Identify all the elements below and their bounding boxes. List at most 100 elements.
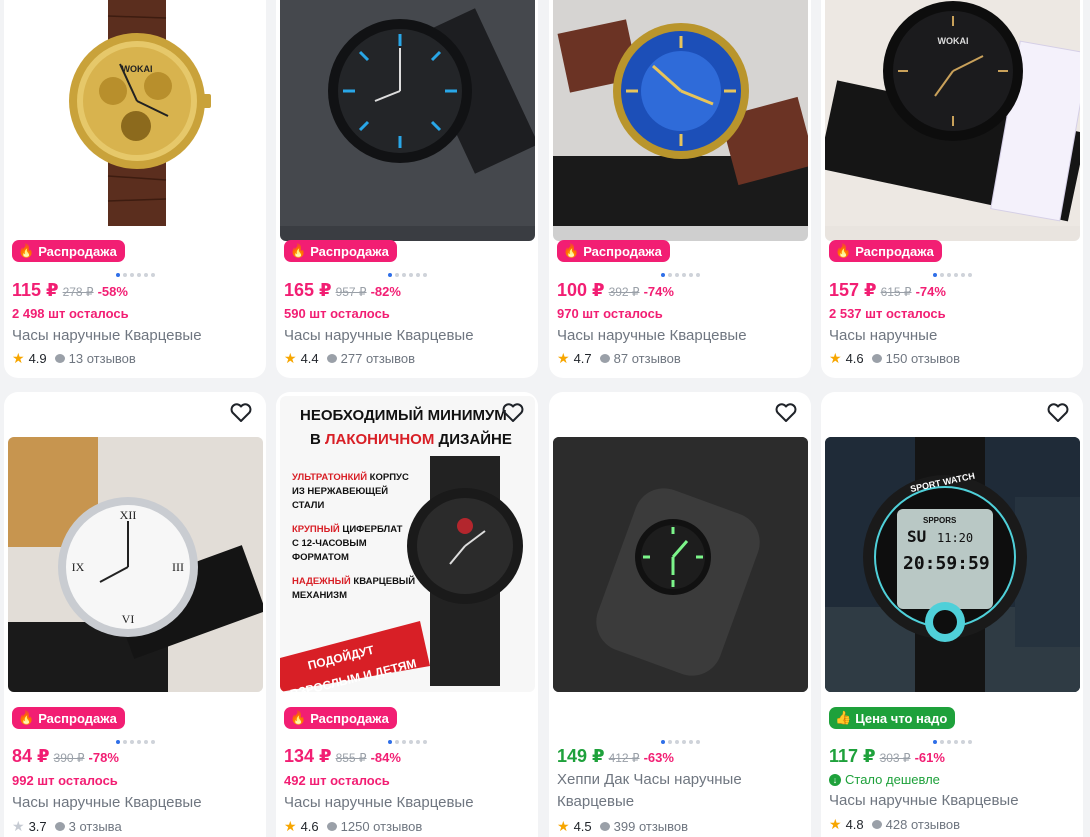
favorite-heart-icon[interactable] bbox=[500, 400, 526, 426]
product-card[interactable]: SPORT WATCH SPPORS SU 11:20 20:59:59 👍 Це… bbox=[821, 392, 1083, 837]
rating-value: 4.7 bbox=[573, 351, 592, 366]
discount: -78% bbox=[88, 750, 119, 765]
rating-value: 4.9 bbox=[28, 351, 47, 366]
product-card[interactable]: 🔥 Распродажа 165 ₽ 957 ₽ -82% 590 шт оста… bbox=[276, 0, 538, 378]
old-price: 615 ₽ bbox=[880, 285, 912, 299]
svg-text:СТАЛИ: СТАЛИ bbox=[292, 500, 324, 511]
image-pagination[interactable] bbox=[276, 273, 538, 277]
svg-text:SPPORS: SPPORS bbox=[923, 516, 957, 525]
favorite-heart-icon[interactable] bbox=[1045, 400, 1071, 426]
product-title[interactable]: Часы наручные Кварцевые bbox=[284, 325, 530, 347]
stock-left: 492 шт осталось bbox=[284, 773, 390, 788]
rating-row: ★ 4.6 150 отзывов bbox=[829, 350, 960, 367]
stock-left: 992 шт осталось bbox=[12, 773, 118, 788]
product-title[interactable]: Часы наручные Кварцевые bbox=[829, 790, 1075, 812]
product-image[interactable]: WOKAI bbox=[825, 0, 1080, 241]
product-title[interactable]: Часы наручные Кварцевые bbox=[12, 325, 258, 347]
rating-value: 4.6 bbox=[845, 351, 864, 366]
product-card[interactable]: WOKAI 🔥 Распродажа 115 ₽ 278 ₽ -58% 2 498… bbox=[4, 0, 266, 378]
reviews-count[interactable]: 150 отзывов bbox=[886, 351, 960, 366]
star-icon: ★ bbox=[284, 350, 297, 366]
sale-badge: 🔥 Распродажа bbox=[284, 240, 397, 262]
svg-text:VI: VI bbox=[122, 612, 135, 626]
star-icon: ★ bbox=[829, 816, 842, 832]
reviews-count[interactable]: 13 отзывов bbox=[69, 351, 136, 366]
price-line: 134 ₽ 855 ₽ -84% bbox=[284, 746, 401, 767]
product-title[interactable]: Часы наручные bbox=[829, 325, 1075, 347]
image-pagination[interactable] bbox=[549, 740, 811, 744]
rating-row: ★ 4.8 428 отзывов bbox=[829, 816, 960, 833]
image-pagination[interactable] bbox=[276, 740, 538, 744]
product-image[interactable] bbox=[280, 0, 535, 241]
svg-text:WOKAI: WOKAI bbox=[938, 36, 969, 46]
star-icon: ★ bbox=[12, 350, 25, 366]
favorite-heart-icon[interactable] bbox=[228, 400, 254, 426]
fire-icon: 🔥 bbox=[290, 243, 307, 258]
product-image[interactable]: НЕОБХОДИМЫЙ МИНИМУМ В ЛАКОНИЧНОМ ДИЗАЙНЕ… bbox=[280, 396, 535, 692]
product-card[interactable]: НЕОБХОДИМЫЙ МИНИМУМ В ЛАКОНИЧНОМ ДИЗАЙНЕ… bbox=[276, 392, 538, 837]
svg-text:XII: XII bbox=[120, 508, 137, 522]
reviews-count[interactable]: 1250 отзывов bbox=[341, 819, 423, 834]
old-price: 412 ₽ bbox=[608, 751, 640, 765]
promo-headline: НЕОБХОДИМЫЙ МИНИМУМ bbox=[300, 406, 507, 424]
image-pagination[interactable] bbox=[4, 273, 266, 277]
svg-text:УЛЬТРАТОНКИЙ КОРПУС: УЛЬТРАТОНКИЙ КОРПУС bbox=[292, 471, 409, 483]
rating-value: 4.4 bbox=[300, 351, 319, 366]
stock-left: 970 шт осталось bbox=[557, 306, 663, 321]
product-card[interactable]: WOKAI 🔥 Распродажа 157 ₽ 615 ₽ -74% 2 537… bbox=[821, 0, 1083, 378]
image-pagination[interactable] bbox=[549, 273, 811, 277]
star-icon: ★ bbox=[557, 818, 570, 834]
price-line: 149 ₽ 412 ₽ -63% bbox=[557, 746, 674, 767]
product-title[interactable]: Хеппи Дак Часы наручные Кварцевые bbox=[557, 769, 803, 813]
product-card[interactable]: XII III VI IX 🔥 Распродажа 84 ₽ 390 ₽ -78% 9… bbox=[4, 392, 266, 837]
product-title[interactable]: Часы наручные Кварцевые bbox=[284, 792, 530, 814]
rating-row: ★ 4.4 277 отзывов bbox=[284, 350, 415, 367]
rating-row: ★ 4.7 87 отзывов bbox=[557, 350, 681, 367]
product-card[interactable]: 🔥 Распродажа 100 ₽ 392 ₽ -74% 970 шт оста… bbox=[549, 0, 811, 378]
rating-value: 4.5 bbox=[573, 819, 592, 834]
comment-icon bbox=[326, 822, 337, 831]
discount: -82% bbox=[370, 284, 401, 299]
comment-icon bbox=[599, 354, 610, 363]
svg-text:WOKAI: WOKAI bbox=[122, 64, 153, 74]
reviews-count[interactable]: 428 отзывов bbox=[886, 817, 960, 832]
product-card[interactable]: 149 ₽ 412 ₽ -63% Хеппи Дак Часы наручные… bbox=[549, 392, 811, 837]
comment-icon bbox=[871, 820, 882, 829]
digital-time: 20:59:59 bbox=[903, 553, 990, 574]
reviews-count[interactable]: 3 отзыва bbox=[69, 819, 122, 834]
product-image[interactable]: SPORT WATCH SPPORS SU 11:20 20:59:59 bbox=[825, 437, 1080, 692]
old-price: 303 ₽ bbox=[879, 751, 911, 765]
image-pagination[interactable] bbox=[4, 740, 266, 744]
price-line: 100 ₽ 392 ₽ -74% bbox=[557, 280, 674, 301]
rating-row: ★ 4.6 1250 отзывов bbox=[284, 818, 422, 835]
current-price: 149 ₽ bbox=[557, 746, 605, 766]
price-line: 165 ₽ 957 ₽ -82% bbox=[284, 280, 401, 301]
good-price-badge: 👍 Цена что надо bbox=[829, 707, 956, 729]
image-pagination[interactable] bbox=[821, 740, 1083, 744]
sale-badge: 🔥 Распродажа bbox=[12, 707, 125, 729]
price-line: 115 ₽ 278 ₽ -58% bbox=[12, 280, 128, 301]
product-image[interactable] bbox=[553, 437, 808, 692]
rating-value: 4.8 bbox=[845, 817, 864, 832]
current-price: 157 ₽ bbox=[829, 280, 877, 300]
current-price: 115 ₽ bbox=[12, 280, 59, 300]
price-line: 117 ₽ 303 ₽ -61% bbox=[829, 746, 945, 767]
star-icon: ★ bbox=[284, 818, 297, 834]
star-icon: ★ bbox=[12, 818, 25, 834]
product-image[interactable]: WOKAI bbox=[8, 0, 263, 241]
comment-icon bbox=[54, 822, 65, 831]
favorite-heart-icon[interactable] bbox=[773, 400, 799, 426]
product-image[interactable] bbox=[553, 0, 808, 241]
reviews-count[interactable]: 399 отзывов bbox=[614, 819, 688, 834]
reviews-count[interactable]: 277 отзывов bbox=[341, 351, 415, 366]
comment-icon bbox=[54, 354, 65, 363]
product-title[interactable]: Часы наручные Кварцевые bbox=[557, 325, 803, 347]
sale-badge: 🔥 Распродажа bbox=[829, 240, 942, 262]
fire-icon: 🔥 bbox=[563, 243, 580, 258]
product-title[interactable]: Часы наручные Кварцевые bbox=[12, 792, 258, 814]
image-pagination[interactable] bbox=[821, 273, 1083, 277]
reviews-count[interactable]: 87 отзывов bbox=[614, 351, 681, 366]
product-image[interactable]: XII III VI IX bbox=[8, 437, 263, 692]
comment-icon bbox=[871, 354, 882, 363]
fire-icon: 🔥 bbox=[18, 243, 35, 258]
